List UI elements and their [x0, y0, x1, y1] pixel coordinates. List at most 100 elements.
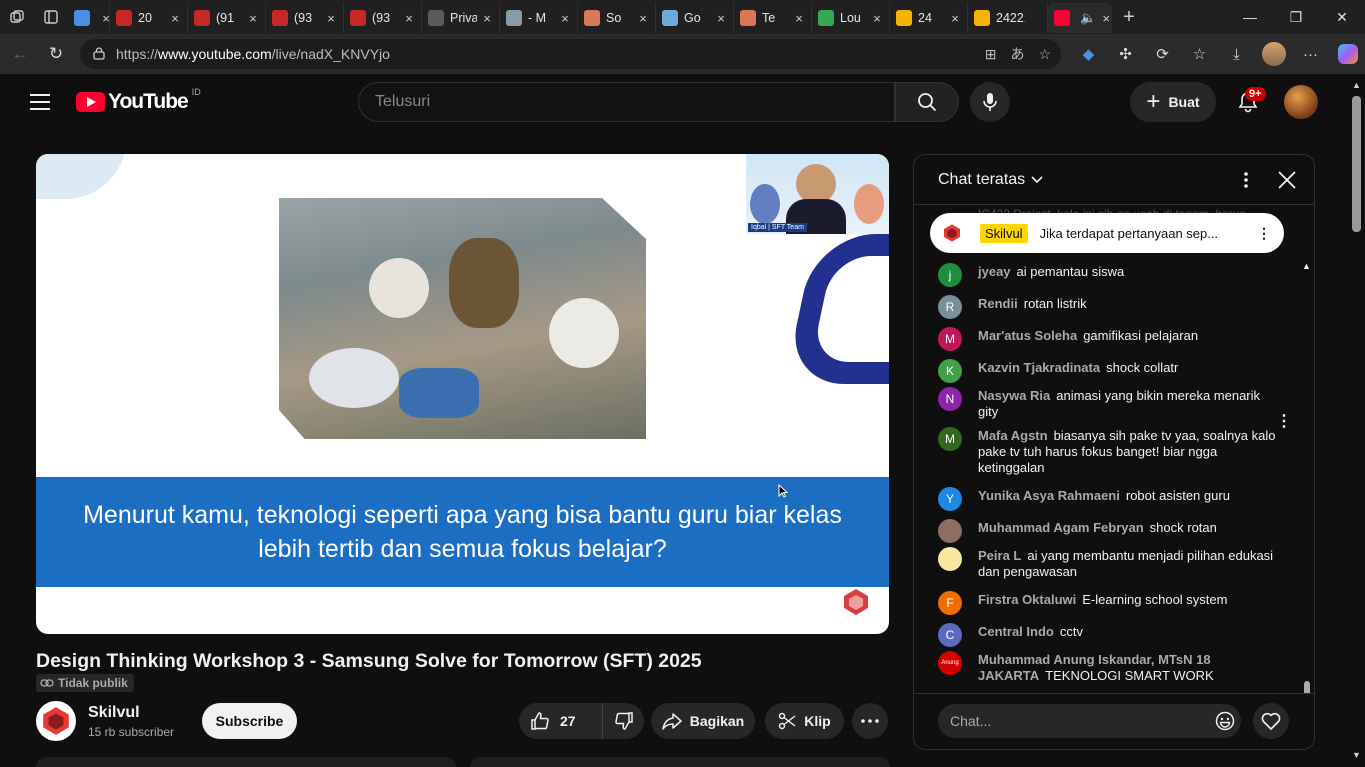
tab-audio-icon[interactable]: 🔈 [1080, 10, 1096, 26]
tab-close-icon[interactable]: × [1100, 11, 1111, 26]
chat-author-avatar[interactable]: Anung [938, 651, 962, 675]
chat-author-avatar[interactable]: K [938, 359, 962, 383]
chat-author-name[interactable]: Muhammad Agam Febryan [978, 520, 1144, 535]
browser-tab[interactable]: Go × [656, 3, 734, 33]
chat-message[interactable]: Y Yunika Asya Rahmaeni robot asisten guru [938, 487, 1282, 511]
tab-close-icon[interactable]: × [637, 11, 649, 26]
back-icon[interactable]: ← [2, 36, 38, 72]
chat-author-name[interactable]: Mar'atus Soleha [978, 328, 1077, 343]
chat-message[interactable]: N Nasywa Ria animasi yang bikin mereka men… [938, 387, 1282, 420]
tab-close-icon[interactable]: × [247, 11, 259, 26]
tab-close-icon[interactable]: × [559, 11, 571, 26]
chat-author-avatar[interactable]: j [938, 263, 962, 287]
browser-tab[interactable]: 🔈 × [1048, 3, 1112, 33]
chat-author-name[interactable]: jyeay [978, 264, 1011, 279]
reaction-button[interactable] [1253, 703, 1289, 739]
chat-author-avatar[interactable]: F [938, 591, 962, 615]
chat-mode-selector[interactable]: Chat teratas [938, 171, 1043, 189]
search-button[interactable] [895, 82, 959, 122]
extension-gem-icon[interactable]: ◆ [1070, 36, 1107, 72]
browser-tab[interactable]: 20 × [110, 3, 188, 33]
chat-more-icon[interactable] [1236, 169, 1256, 191]
search-input[interactable] [375, 93, 894, 111]
clip-button[interactable]: Klip [765, 703, 844, 739]
channel-name[interactable]: Skilvul [88, 704, 140, 722]
subscribe-button[interactable]: Subscribe [202, 703, 297, 739]
tab-close-icon[interactable]: × [949, 11, 961, 26]
chat-message[interactable]: j jyeay ai pemantau siswa [938, 263, 1282, 287]
chat-author-avatar[interactable]: N [938, 387, 962, 411]
chat-scroll-thumb[interactable] [1304, 681, 1310, 693]
tab-actions-icon[interactable] [34, 0, 68, 34]
address-bar[interactable]: https://www.youtube.com/live/nadX_KNVYjo… [80, 39, 1061, 69]
chat-message[interactable]: M Mafa Agstn biasanya sih pake tv yaa, soa… [938, 427, 1282, 476]
browser-tab[interactable]: Privacy × [422, 3, 500, 33]
tab-close-icon[interactable]: × [793, 11, 805, 26]
browser-tab[interactable]: Te × [734, 3, 812, 33]
dislike-button[interactable] [603, 703, 644, 739]
page-scrollbar[interactable]: ▲ ▼ [1349, 74, 1365, 767]
tab-close-icon[interactable]: × [325, 11, 337, 26]
tab-close-icon[interactable]: × [169, 11, 181, 26]
message-more-icon[interactable]: ⋮ [1276, 411, 1292, 431]
browser-tab[interactable]: 242211 [968, 3, 1048, 33]
favorites-icon[interactable]: ☆ [1181, 36, 1218, 72]
voice-search-button[interactable] [970, 82, 1010, 122]
pinned-message[interactable]: Skilvul Jika terdapat pertanyaan sep... … [930, 213, 1284, 253]
translate-icon[interactable]: あ [1010, 44, 1024, 64]
chat-input[interactable] [950, 713, 1217, 729]
tab-close-icon[interactable]: × [481, 11, 493, 26]
chat-author-avatar[interactable]: R [938, 295, 962, 319]
pinned-more-icon[interactable]: ⋮ [1252, 225, 1276, 242]
chat-author-name[interactable]: Mafa Agstn [978, 428, 1048, 443]
chat-author-name[interactable]: Central Indo [978, 624, 1054, 639]
browser-tab[interactable]: (93 × [266, 3, 344, 33]
share-button[interactable]: Bagikan [651, 703, 755, 739]
chat-author-avatar[interactable]: M [938, 427, 962, 451]
workspaces-icon[interactable] [0, 0, 34, 34]
downloads-icon[interactable]: ⤓ [1218, 36, 1255, 72]
new-tab-button[interactable]: + [1112, 0, 1146, 34]
search-box[interactable] [358, 82, 895, 122]
browser-tab[interactable]: 24 × [890, 3, 968, 33]
chat-author-name[interactable]: Rendii [978, 296, 1018, 311]
chat-scrollbar[interactable]: ▲ ▼ [1302, 261, 1312, 693]
reload-icon[interactable]: ↻ [38, 36, 74, 72]
chat-author-avatar[interactable] [938, 547, 962, 571]
chat-author-avatar[interactable]: M [938, 327, 962, 351]
browser-tab[interactable]: (93 × [344, 3, 422, 33]
account-avatar[interactable] [1284, 85, 1318, 119]
page-scroll-up-icon[interactable]: ▲ [1352, 80, 1361, 90]
profile-avatar[interactable] [1255, 36, 1292, 72]
chat-message[interactable]: Muhammad Agam Febryan shock rotan [938, 519, 1282, 543]
emoji-button[interactable] [1209, 704, 1241, 738]
close-chat-icon[interactable] [1275, 168, 1299, 192]
close-window-icon[interactable]: ✕ [1319, 0, 1365, 34]
favorite-star-icon[interactable]: ☆ [1038, 46, 1051, 63]
browser-tab[interactable]: (91 × [188, 3, 266, 33]
chat-message[interactable]: C Central Indo cctv [938, 623, 1282, 647]
page-scroll-thumb[interactable] [1352, 96, 1361, 232]
chat-author-avatar[interactable]: C [938, 623, 962, 647]
tab-close-icon[interactable]: × [100, 11, 109, 26]
page-scroll-down-icon[interactable]: ▼ [1352, 750, 1361, 760]
copilot-icon[interactable] [1329, 36, 1365, 72]
tab-close-icon[interactable]: × [871, 11, 883, 26]
video-player[interactable]: Iqbal | SFT Team Menurut kamu, teknologi… [36, 154, 889, 634]
browser-tab[interactable]: So × [578, 3, 656, 33]
chat-author-avatar[interactable]: Y [938, 487, 962, 511]
chat-message[interactable]: M Mar'atus Soleha gamifikasi pelajaran [938, 327, 1282, 351]
minimize-icon[interactable]: — [1227, 0, 1273, 34]
chat-author-name[interactable]: Peira L [978, 548, 1021, 563]
split-screen-icon[interactable]: ⟳ [1144, 36, 1181, 72]
channel-avatar[interactable] [36, 701, 76, 741]
chat-author-name[interactable]: Nasywa Ria [978, 388, 1050, 403]
app-available-icon[interactable]: ⊞ [985, 46, 997, 63]
youtube-logo[interactable]: YouTube ID [76, 87, 201, 114]
scroll-up-icon[interactable]: ▲ [1302, 261, 1311, 271]
like-button[interactable]: 27 [519, 703, 603, 739]
menu-icon[interactable] [30, 94, 50, 110]
chat-message[interactable]: Peira Lai yang membantu menjadi pilihan … [938, 547, 1282, 580]
extensions-icon[interactable]: ✣ [1107, 36, 1144, 72]
chat-author-avatar[interactable] [938, 519, 962, 543]
